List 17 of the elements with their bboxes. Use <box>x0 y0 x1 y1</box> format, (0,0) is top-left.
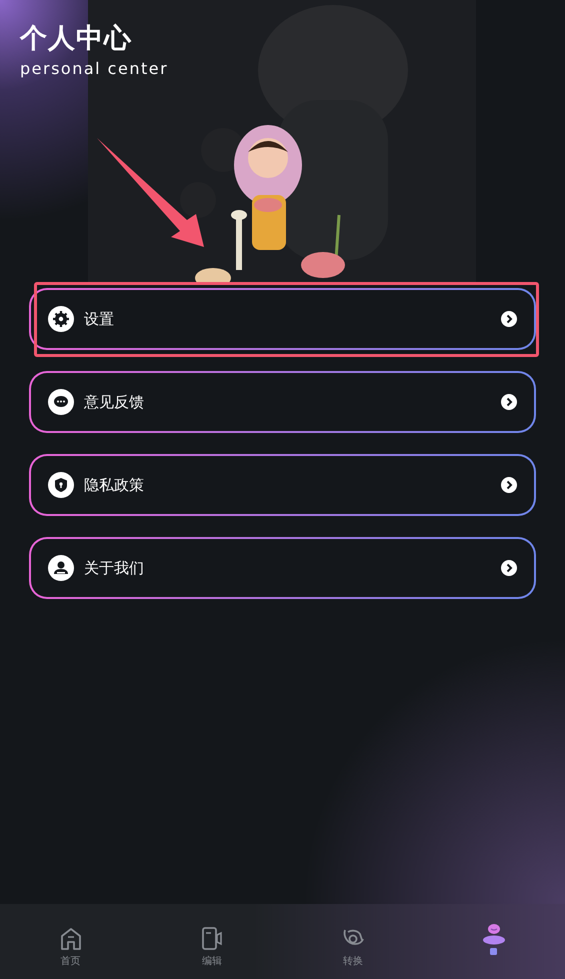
page-title: 个人中心 <box>20 22 132 56</box>
gear-icon <box>48 306 74 332</box>
menu-item[interactable]: 关于我们 <box>29 537 536 599</box>
menu-item[interactable]: 设置 <box>29 288 536 350</box>
chevron-right-icon <box>501 560 517 576</box>
menu-item[interactable]: 意见反馈 <box>29 371 536 433</box>
person-icon <box>48 555 74 581</box>
chat-bubble-icon <box>48 389 74 415</box>
tab[interactable]: 转换 <box>282 904 424 979</box>
tab[interactable]: 首页 <box>0 904 142 979</box>
shield-icon <box>48 472 74 498</box>
tab[interactable]: 编辑 <box>141 904 282 979</box>
chevron-right-icon <box>501 394 517 410</box>
chevron-right-icon <box>501 311 517 327</box>
chevron-right-icon <box>501 477 517 493</box>
page-subtitle: personal center <box>20 59 168 79</box>
menu-item[interactable]: 隐私政策 <box>29 454 536 516</box>
